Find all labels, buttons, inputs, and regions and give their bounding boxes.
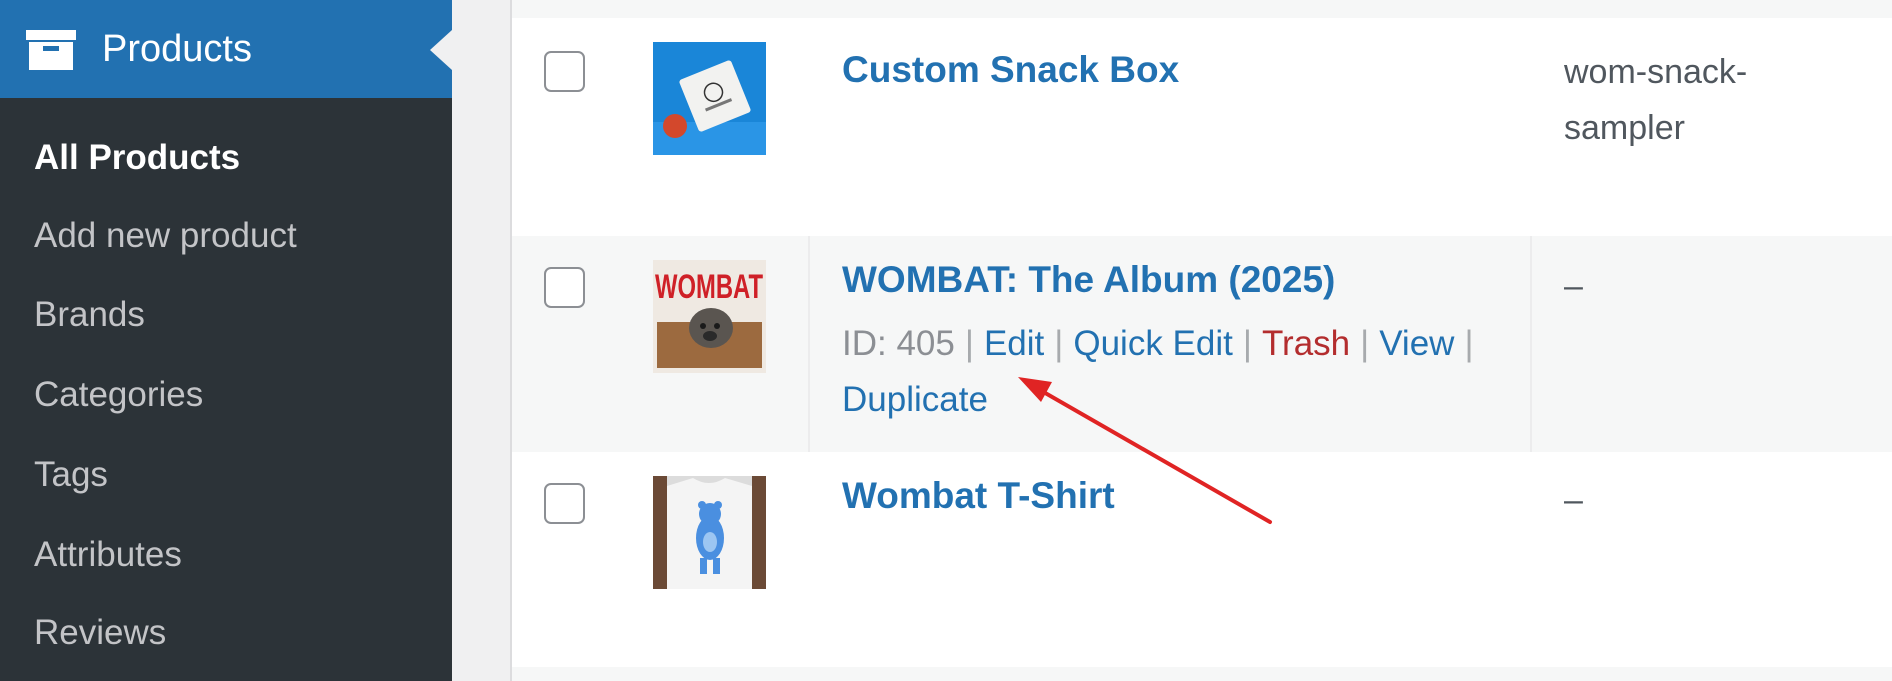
action-separator: | <box>1360 324 1370 363</box>
product-id: ID: 405 <box>842 324 955 363</box>
row-select-checkbox[interactable] <box>544 267 585 308</box>
quick-edit-link[interactable]: Quick Edit <box>1073 324 1233 363</box>
product-name-link[interactable]: WOMBAT: The Album (2025) <box>842 258 1335 302</box>
product-thumbnail[interactable]: WOMBAT <box>653 260 766 373</box>
trash-link[interactable]: Trash <box>1262 324 1350 363</box>
column-divider <box>1530 236 1532 452</box>
product-sku: – <box>1564 481 1583 519</box>
archive-box-icon <box>26 30 76 70</box>
current-menu-indicator <box>430 30 452 70</box>
row-actions: ID: 405 | Edit | Quick Edit | Trash | View | Dupli… <box>842 316 1502 428</box>
product-sku: – <box>1564 267 1583 305</box>
submenu-all-products[interactable]: All Products <box>34 136 240 180</box>
table-row: Custom Snack Box wom-snack-sampler <box>512 18 1892 236</box>
view-link[interactable]: View <box>1379 324 1454 363</box>
sidebar-menu-products[interactable]: Products <box>0 0 452 98</box>
submenu-categories[interactable]: Categories <box>34 373 203 417</box>
snack-box-photo <box>653 42 766 155</box>
admin-sidebar: Products All Products Add new product Br… <box>0 0 452 681</box>
action-separator: | <box>1242 324 1252 363</box>
wombat-tshirt-photo <box>653 476 766 589</box>
edit-link[interactable]: Edit <box>984 324 1044 363</box>
product-name-link[interactable]: Custom Snack Box <box>842 48 1179 92</box>
action-separator: | <box>964 324 974 363</box>
product-name-link[interactable]: Wombat T-Shirt <box>842 474 1115 518</box>
product-thumbnail[interactable] <box>653 42 766 155</box>
submenu-brands[interactable]: Brands <box>34 293 145 337</box>
table-row: Wombat T-Shirt – <box>512 452 1892 667</box>
sidebar-header-label: Products <box>102 28 252 70</box>
action-separator: | <box>1464 324 1474 363</box>
table-bottom-edge <box>512 667 1892 681</box>
product-thumbnail[interactable] <box>653 476 766 589</box>
submenu-add-new-product[interactable]: Add new product <box>34 214 297 258</box>
submenu-reviews[interactable]: Reviews <box>34 611 166 655</box>
wombat-album-cover: WOMBAT <box>653 260 766 373</box>
table-top-edge <box>512 0 1892 18</box>
album-cover-title: WOMBAT <box>655 268 763 306</box>
action-separator: | <box>1054 324 1064 363</box>
row-select-checkbox[interactable] <box>544 483 585 524</box>
column-divider <box>808 236 810 452</box>
product-sku: wom-snack-sampler <box>1564 53 1748 147</box>
row-select-checkbox[interactable] <box>544 51 585 92</box>
submenu-attributes[interactable]: Attributes <box>34 533 182 577</box>
products-table: Custom Snack Box wom-snack-sampler WOMBA… <box>510 0 1892 681</box>
submenu-tags[interactable]: Tags <box>34 453 108 497</box>
duplicate-link[interactable]: Duplicate <box>842 380 988 419</box>
table-row: WOMBAT WOMBAT: The Album (2025) ID: 405 |… <box>512 236 1892 452</box>
